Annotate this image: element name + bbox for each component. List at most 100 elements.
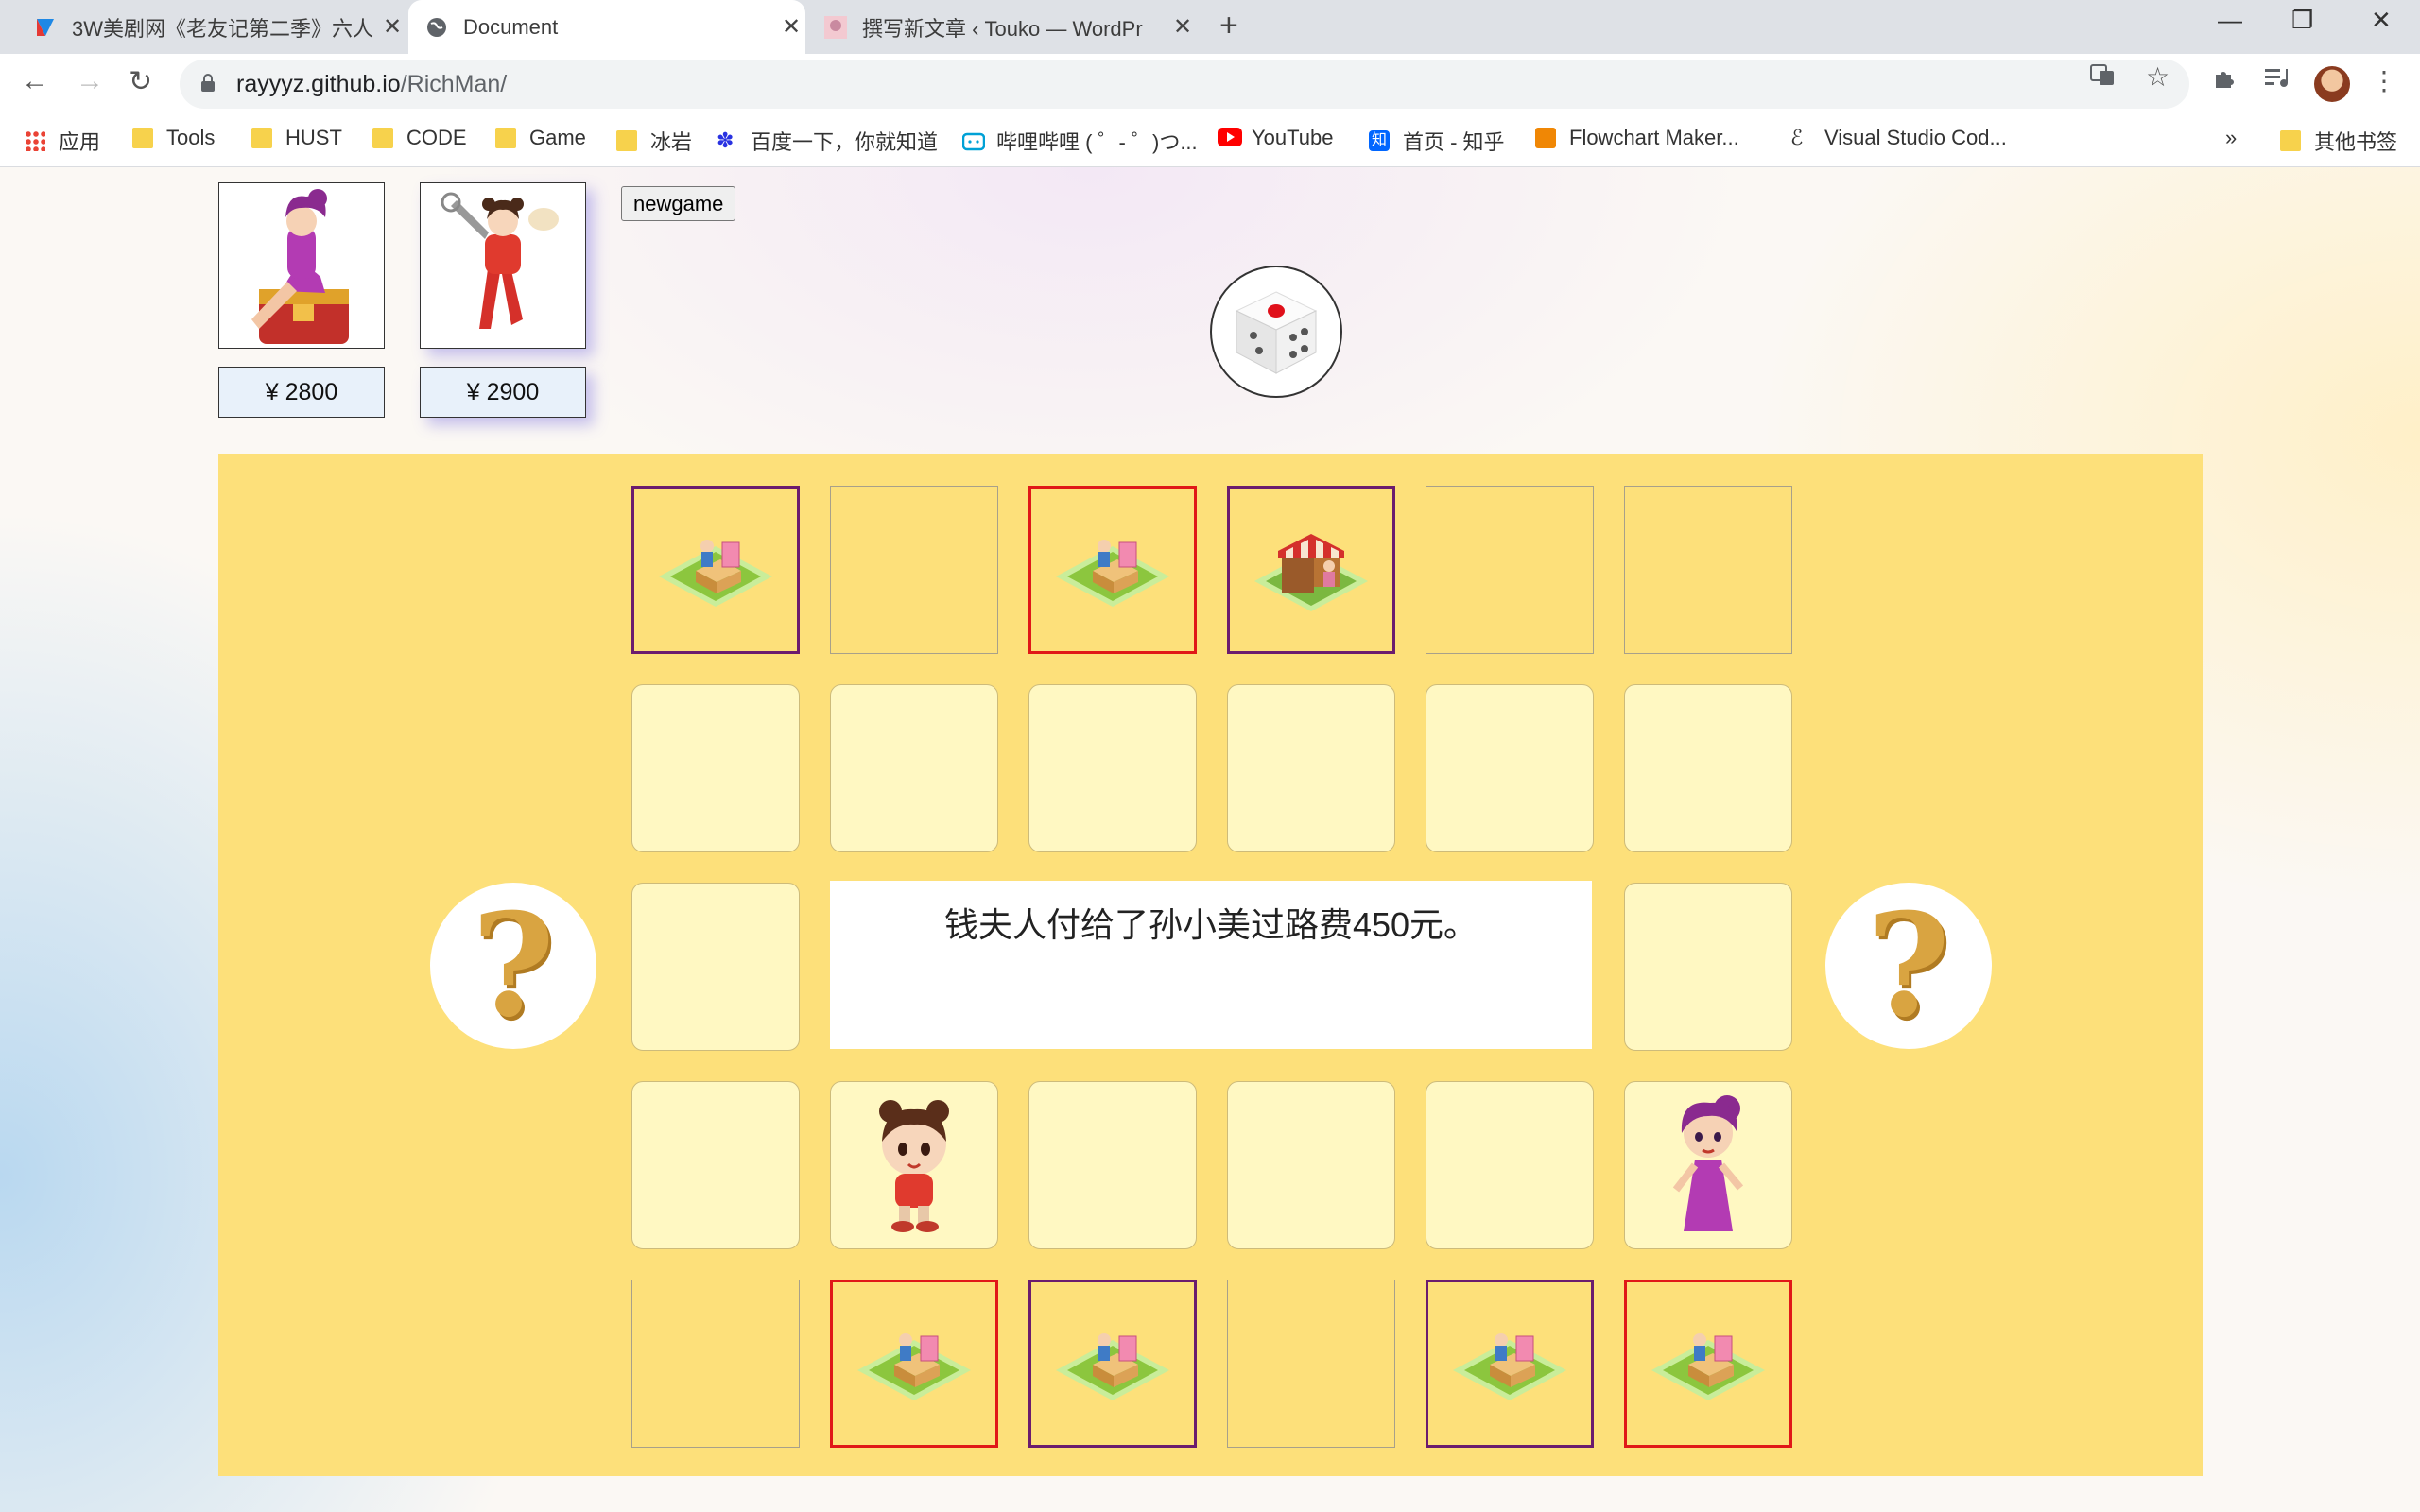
game-message: 钱夫人付给了孙小美过路费450元。: [830, 881, 1592, 1049]
url-text: rayyyz.github.io/RichMan/: [236, 71, 507, 98]
bookmark-bingyan[interactable]: 冰岩: [616, 126, 692, 156]
bookmark-label: Game: [529, 126, 586, 149]
bookmark-label: 其他书签: [2314, 130, 2398, 154]
board-cell-empty[interactable]: [1426, 486, 1594, 654]
bookmark-vscode[interactable]: ℰ Visual Studio Cod...: [1790, 126, 2007, 150]
reload-icon[interactable]: ↻: [129, 65, 152, 98]
bookmark-label: HUST: [285, 126, 342, 149]
globe-icon: [425, 16, 448, 39]
board-cell-property-purple[interactable]: [1028, 1280, 1197, 1448]
minimize-icon[interactable]: —: [2218, 6, 2242, 35]
bookmark-star-icon[interactable]: ☆: [2146, 61, 2169, 93]
url-path: /RichMan/: [400, 70, 508, 97]
close-tab-icon[interactable]: ✕: [1168, 13, 1197, 41]
board-cell-property-purple[interactable]: [1227, 486, 1395, 654]
dice-button[interactable]: [1210, 266, 1342, 398]
folder-icon: [495, 128, 516, 148]
tab-title: Document: [463, 14, 559, 39]
qian-furen-token: [1672, 1095, 1744, 1231]
bookmark-youtube[interactable]: YouTube: [1218, 126, 1333, 150]
board-cell-empty[interactable]: [631, 1280, 800, 1448]
bookmark-bilibili[interactable]: 哔哩哔哩 ( ゜- ゜)つ...: [961, 126, 1198, 156]
tab-3w[interactable]: 3W美剧网《老友记第二季》六人 ✕: [17, 0, 406, 54]
question-mark-icon: ?: [472, 883, 555, 1049]
bookmark-label: 哔哩哔哩 ( ゜- ゜)つ...: [996, 130, 1198, 154]
tab-wordpress[interactable]: 撰写新文章 ‹ Touko — WordPr ✕: [807, 0, 1197, 54]
house-lot-icon: [857, 1333, 971, 1400]
board-cell-inner: [1227, 1081, 1395, 1249]
bookmark-tools[interactable]: Tools: [132, 126, 215, 150]
forward-icon[interactable]: →: [76, 65, 104, 97]
bookmark-label: 应用: [59, 130, 101, 154]
bookmark-label: 首页 - 知乎: [1403, 130, 1505, 154]
house-lot-icon: [1453, 1333, 1566, 1400]
newgame-button[interactable]: newgame: [621, 186, 736, 221]
bookmark-baidu[interactable]: ✽ 百度一下，你就知道: [717, 126, 938, 156]
board-cell-inner: [1624, 684, 1792, 852]
close-tab-icon[interactable]: ✕: [777, 13, 805, 41]
folder-icon: [372, 128, 393, 148]
bookmark-apps[interactable]: 应用: [25, 126, 100, 156]
more-menu-icon[interactable]: ⋮: [2371, 65, 2397, 96]
bookmark-flowchart[interactable]: Flowchart Maker...: [1535, 126, 1739, 150]
translate-icon[interactable]: [2089, 61, 2116, 94]
close-tab-icon[interactable]: ✕: [378, 13, 406, 41]
new-tab-icon[interactable]: +: [1219, 8, 1238, 44]
baidu-paw-icon: ✽: [717, 129, 735, 152]
chance-right[interactable]: ?: [1825, 883, 1992, 1049]
close-window-icon[interactable]: ✕: [2371, 6, 2392, 35]
board-cell-property-purple[interactable]: [631, 486, 800, 654]
profile-avatar[interactable]: [2314, 66, 2350, 102]
zhihu-icon: 知: [1369, 130, 1390, 151]
folder-icon: [251, 128, 272, 148]
sun-xiaomei-portrait: [441, 192, 559, 329]
house-lot-icon: [1056, 540, 1169, 607]
board-cell-property-red[interactable]: [1028, 486, 1197, 654]
board-cell-inner: [1028, 1081, 1197, 1249]
sun-xiaomei-token: [879, 1100, 949, 1232]
board-cell-inner: [1426, 684, 1594, 852]
apps-grid-icon: [25, 130, 45, 151]
board-cell-empty[interactable]: [830, 486, 998, 654]
chance-left[interactable]: ?: [430, 883, 596, 1049]
restore-icon[interactable]: ❐: [2291, 6, 2313, 35]
extensions-icon[interactable]: [2212, 65, 2237, 96]
page-content: ¥ 2800 ¥ 2900 newgame ? 钱夫人付给了孙小美过路费450元…: [0, 167, 2420, 1512]
board-cell-inner: [631, 684, 800, 852]
house-lot-icon: [1056, 1333, 1169, 1400]
bookmark-label: Visual Studio Cod...: [1824, 126, 2007, 149]
bookmark-label: 冰岩: [650, 130, 693, 154]
bookmark-zhihu[interactable]: 知 首页 - 知乎: [1369, 126, 1505, 156]
board-cell-property-red[interactable]: [830, 1280, 998, 1448]
bookmark-label: YouTube: [1252, 126, 1334, 149]
bookmark-label: Tools: [166, 126, 216, 149]
3w-favicon-icon: [34, 16, 57, 39]
qian-furen-portrait: [251, 189, 349, 344]
bookmark-code[interactable]: CODE: [372, 126, 467, 150]
board-cell-property-red[interactable]: [1624, 1280, 1792, 1448]
shop-stall-icon: [1254, 534, 1368, 611]
drawio-icon: [1535, 128, 1556, 148]
bookmark-other[interactable]: 其他书签: [2280, 126, 2397, 156]
board-cell-inner: [1426, 1081, 1594, 1249]
back-icon[interactable]: ←: [21, 65, 49, 97]
tab-document[interactable]: Document ✕: [408, 0, 805, 54]
tab-strip: 3W美剧网《老友记第二季》六人 ✕ Document ✕ 撰写新文章 ‹ Tou…: [0, 0, 2420, 54]
bookmark-hust[interactable]: HUST: [251, 126, 342, 150]
media-control-icon[interactable]: [2263, 65, 2290, 96]
address-bar[interactable]: rayyyz.github.io/RichMan/: [180, 60, 2189, 109]
bookmark-label: Flowchart Maker...: [1569, 126, 1739, 149]
bookmark-label: 百度一下，你就知道: [751, 130, 939, 154]
bookmark-game[interactable]: Game: [495, 126, 586, 150]
bilibili-icon: [961, 130, 986, 151]
board-cell-inner: [1028, 684, 1197, 852]
browser-toolbar: ← → ↻ rayyyz.github.io/RichMan/ ☆ ⋮: [0, 54, 2420, 114]
more-bookmarks-icon[interactable]: »: [2225, 126, 2237, 150]
board-cell-property-purple[interactable]: [1426, 1280, 1594, 1448]
board-cell-inner: [830, 684, 998, 852]
board-cell-inner-token-sun: [830, 1081, 998, 1249]
board-cell-empty[interactable]: [1624, 486, 1792, 654]
tab-title: 3W美剧网《老友记第二季》六人: [72, 16, 374, 41]
board-cell-empty[interactable]: [1227, 1280, 1395, 1448]
question-mark-icon: ?: [1867, 883, 1950, 1049]
